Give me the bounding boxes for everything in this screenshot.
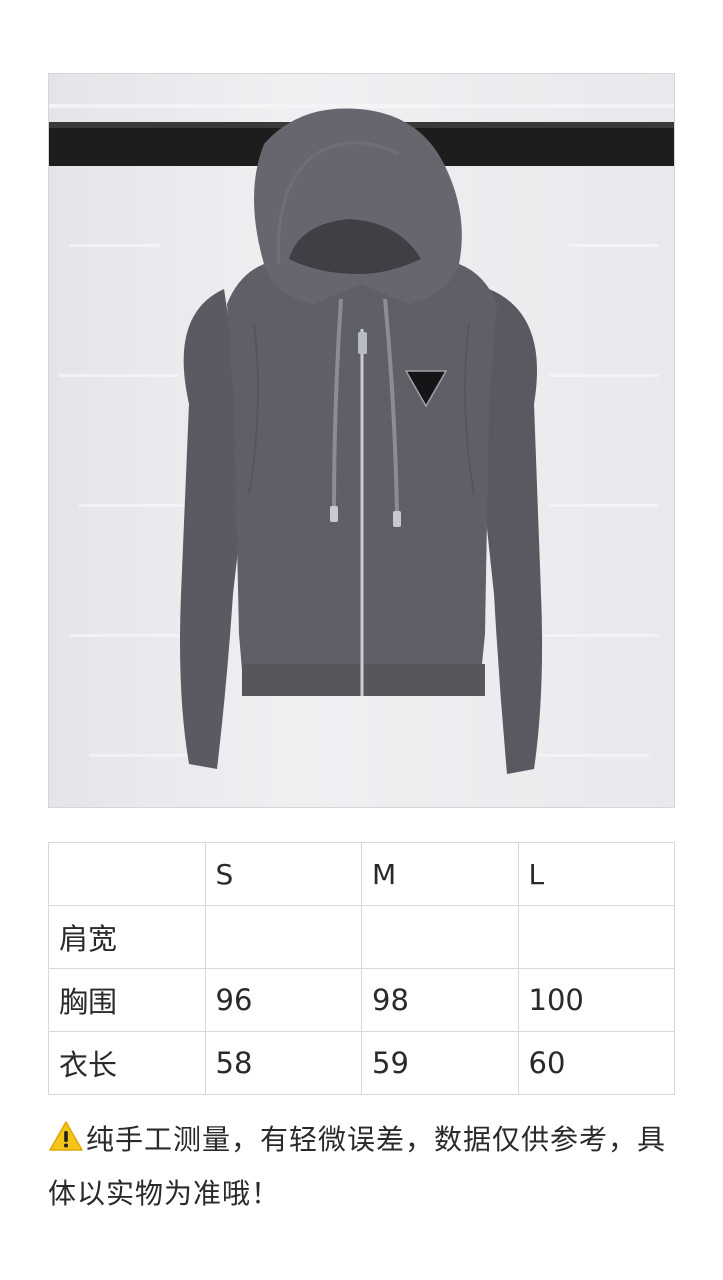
- size-header-m: M: [361, 842, 519, 906]
- hoodie-illustration: [49, 104, 674, 774]
- table-cell: [204, 905, 362, 969]
- size-table: S M L 肩宽 胸围 96 98 100 衣长 58 59 60: [48, 842, 675, 1095]
- table-cell: 58: [204, 1031, 362, 1095]
- table-cell: [517, 905, 675, 969]
- row-label-shoulder: 肩宽: [48, 905, 206, 969]
- size-header-s: S: [204, 842, 362, 906]
- row-label-chest: 胸围: [48, 968, 206, 1032]
- size-table-row: 肩宽: [48, 905, 675, 969]
- note-text: 纯手工测量，有轻微误差，数据仅供参考，具体以实物为准哦！: [48, 1123, 667, 1210]
- product-photo: [48, 73, 675, 808]
- table-cell: 100: [517, 968, 675, 1032]
- table-cell: 96: [204, 968, 362, 1032]
- size-table-row: 衣长 58 59 60: [48, 1031, 675, 1095]
- table-cell: 60: [517, 1031, 675, 1095]
- table-cell: 98: [361, 968, 519, 1032]
- size-table-corner-cell: [48, 842, 206, 906]
- size-header-l: L: [517, 842, 675, 906]
- row-label-length: 衣长: [48, 1031, 206, 1095]
- size-table-row: 胸围 96 98 100: [48, 968, 675, 1032]
- size-table-header-row: S M L: [48, 842, 675, 906]
- table-cell: [361, 905, 519, 969]
- table-cell: 59: [361, 1031, 519, 1095]
- measurement-note: 纯手工测量，有轻微误差，数据仅供参考，具体以实物为准哦！: [48, 1114, 678, 1219]
- warning-icon: [48, 1117, 84, 1168]
